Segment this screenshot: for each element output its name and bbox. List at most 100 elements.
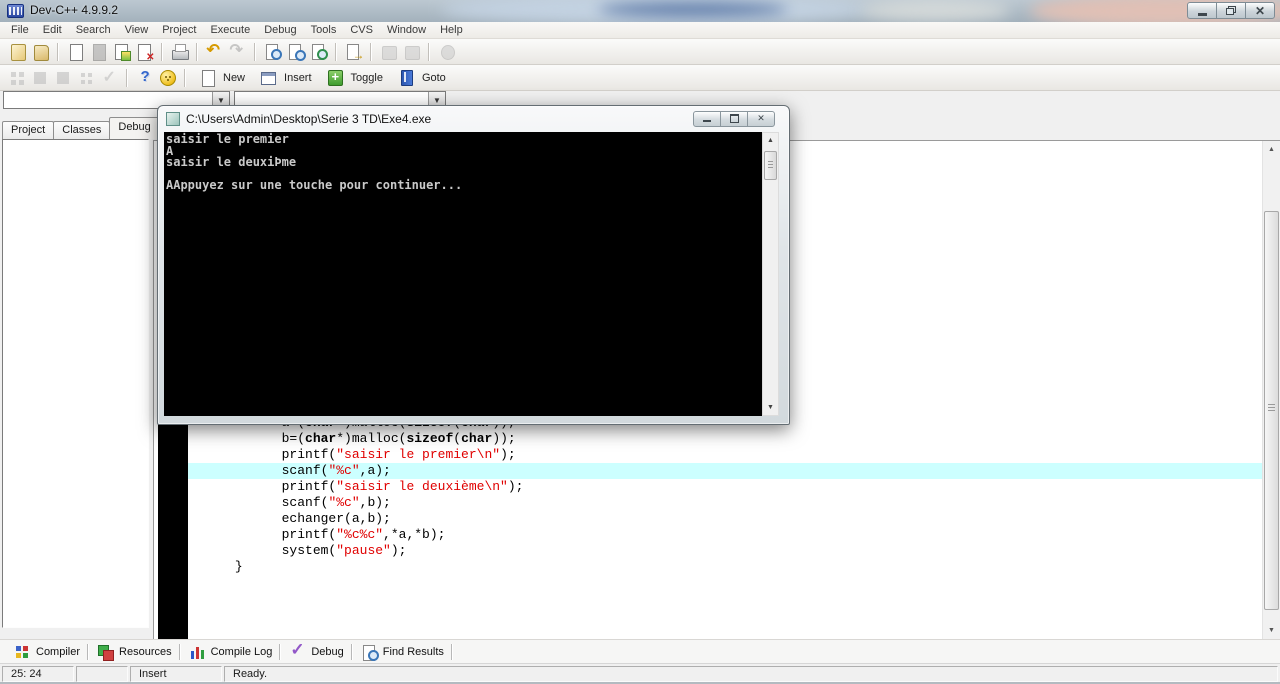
toolbar-main xyxy=(0,39,1280,65)
report-tab-resources[interactable]: Resources xyxy=(89,641,179,663)
grid-small-button[interactable] xyxy=(75,67,98,89)
menu-search[interactable]: Search xyxy=(69,23,118,37)
about-button[interactable] xyxy=(156,67,179,89)
profile-button[interactable] xyxy=(435,41,458,63)
undo-button[interactable] xyxy=(203,40,226,63)
save-all-button[interactable] xyxy=(110,41,133,63)
code-text: system( xyxy=(281,543,337,558)
open-project-button[interactable] xyxy=(29,41,52,63)
console-close-button[interactable]: ✕ xyxy=(747,110,775,127)
code-line[interactable]: } xyxy=(188,559,1262,575)
run-button[interactable] xyxy=(400,41,423,63)
find-button[interactable] xyxy=(261,41,284,63)
report-tab-debug[interactable]: Debug xyxy=(281,640,350,663)
report-tab-label: Find Results xyxy=(382,645,444,658)
grid-squares-button[interactable] xyxy=(6,67,29,89)
console-window[interactable]: C:\Users\Admin\Desktop\Serie 3 TD\Exe4.e… xyxy=(157,105,790,425)
save-all-icon xyxy=(112,42,132,62)
report-tab-label: Debug xyxy=(311,645,344,658)
code-line[interactable]: system("pause"); xyxy=(188,543,1262,559)
console-minimize-button[interactable] xyxy=(693,110,721,127)
menu-debug[interactable]: Debug xyxy=(257,23,303,37)
scrollbar-thumb[interactable] xyxy=(764,151,777,180)
find-in-files-icon xyxy=(286,42,306,62)
console-output[interactable]: saisir le premier Asaisir le deuxiÞme AAp… xyxy=(164,132,762,416)
check-button[interactable] xyxy=(98,67,121,89)
menu-window[interactable]: Window xyxy=(380,23,433,37)
console-maximize-button[interactable] xyxy=(720,110,748,127)
insert-win-button[interactable]: Insert xyxy=(252,66,319,90)
scroll-down-button[interactable]: ▼ xyxy=(763,400,778,415)
code-line[interactable]: echanger(a,b); xyxy=(188,511,1262,527)
code-line[interactable]: scanf("%c",b); xyxy=(188,495,1262,511)
code-keyword: char xyxy=(305,431,337,446)
help-button[interactable] xyxy=(133,67,156,89)
new-project-button[interactable] xyxy=(6,41,29,63)
title-bar[interactable]: Dev-C++ 4.9.9.2 ✕ xyxy=(0,0,1280,23)
menu-execute[interactable]: Execute xyxy=(203,23,257,37)
console-title-bar[interactable]: C:\Users\Admin\Desktop\Serie 3 TD\Exe4.e… xyxy=(158,106,789,131)
find-in-files-button[interactable] xyxy=(284,41,307,63)
square-b-button[interactable] xyxy=(52,67,75,89)
code-string: "%c" xyxy=(328,463,360,478)
menu-help[interactable]: Help xyxy=(433,23,470,37)
code-line[interactable]: scanf("%c",a); xyxy=(188,463,1262,479)
run-icon xyxy=(402,42,422,62)
redo-button[interactable] xyxy=(226,40,249,63)
save-button[interactable] xyxy=(87,41,110,63)
close-button[interactable]: ✕ xyxy=(1245,2,1275,19)
caret-position-panel: 25: 24 xyxy=(2,666,74,682)
new-source-file-icon xyxy=(66,42,86,62)
compile-button[interactable] xyxy=(377,41,400,63)
restore-button[interactable] xyxy=(1216,2,1246,19)
code-line[interactable]: printf("saisir le premier\n"); xyxy=(188,447,1262,463)
tab-classes[interactable]: Classes xyxy=(53,121,111,139)
replace-button[interactable] xyxy=(307,41,330,63)
goto-line-button[interactable] xyxy=(342,41,365,63)
code-line[interactable]: b=(char*)malloc(sizeof(char)); xyxy=(188,431,1262,447)
console-scrollbar[interactable]: ▲ ▼ xyxy=(762,132,779,416)
status-bar: 25: 24 Insert Ready. xyxy=(0,663,1280,682)
save-icon xyxy=(89,42,109,62)
close-file-icon xyxy=(135,42,155,63)
code-keyword: char xyxy=(461,431,493,446)
toolbar-separator xyxy=(184,68,186,87)
menu-tools[interactable]: Tools xyxy=(304,23,344,37)
report-tab-compile-log[interactable]: Compile Log xyxy=(181,641,280,663)
print-button[interactable] xyxy=(168,41,191,63)
print-icon xyxy=(170,42,190,62)
new-source-file-button[interactable] xyxy=(64,41,87,63)
report-tab-compiler[interactable]: Compiler xyxy=(6,641,87,663)
project-browser-panel[interactable] xyxy=(2,139,149,628)
minimize-button[interactable] xyxy=(1187,2,1217,19)
code-line[interactable]: printf("%c%c",*a,*b); xyxy=(188,527,1262,543)
tab-project[interactable]: Project xyxy=(2,121,55,139)
scroll-down-button[interactable]: ▼ xyxy=(1263,622,1280,639)
tab-debug[interactable]: Debug xyxy=(109,117,160,139)
status-message: Ready. xyxy=(233,668,268,680)
menu-view[interactable]: View xyxy=(118,23,156,37)
close-file-button[interactable] xyxy=(133,41,156,63)
square-a-button[interactable] xyxy=(29,67,52,89)
scroll-up-button[interactable]: ▲ xyxy=(1263,141,1280,158)
check-icon xyxy=(100,67,120,88)
code-line[interactable]: printf("saisir le deuxième\n"); xyxy=(188,479,1262,495)
console-title: C:\Users\Admin\Desktop\Serie 3 TD\Exe4.e… xyxy=(186,111,432,126)
editor-scrollbar[interactable]: ▲ ▼ xyxy=(1262,141,1280,639)
menu-edit[interactable]: Edit xyxy=(36,23,69,37)
scrollbar-thumb[interactable] xyxy=(1264,211,1279,610)
page-button[interactable]: New xyxy=(191,66,252,90)
menu-project[interactable]: Project xyxy=(155,23,203,37)
about-icon xyxy=(158,68,178,88)
menu-file[interactable]: File xyxy=(4,23,36,37)
menu-cvs[interactable]: CVS xyxy=(343,23,380,37)
code-text: ,a); xyxy=(359,463,391,478)
toggle-plus-button[interactable]: Toggle xyxy=(319,66,390,90)
goto-book-button[interactable]: Goto xyxy=(390,66,453,90)
scroll-up-button[interactable]: ▲ xyxy=(763,133,778,148)
report-tab-find-results[interactable]: Find Results xyxy=(353,641,451,663)
window-title: Dev-C++ 4.9.9.2 xyxy=(30,3,119,17)
